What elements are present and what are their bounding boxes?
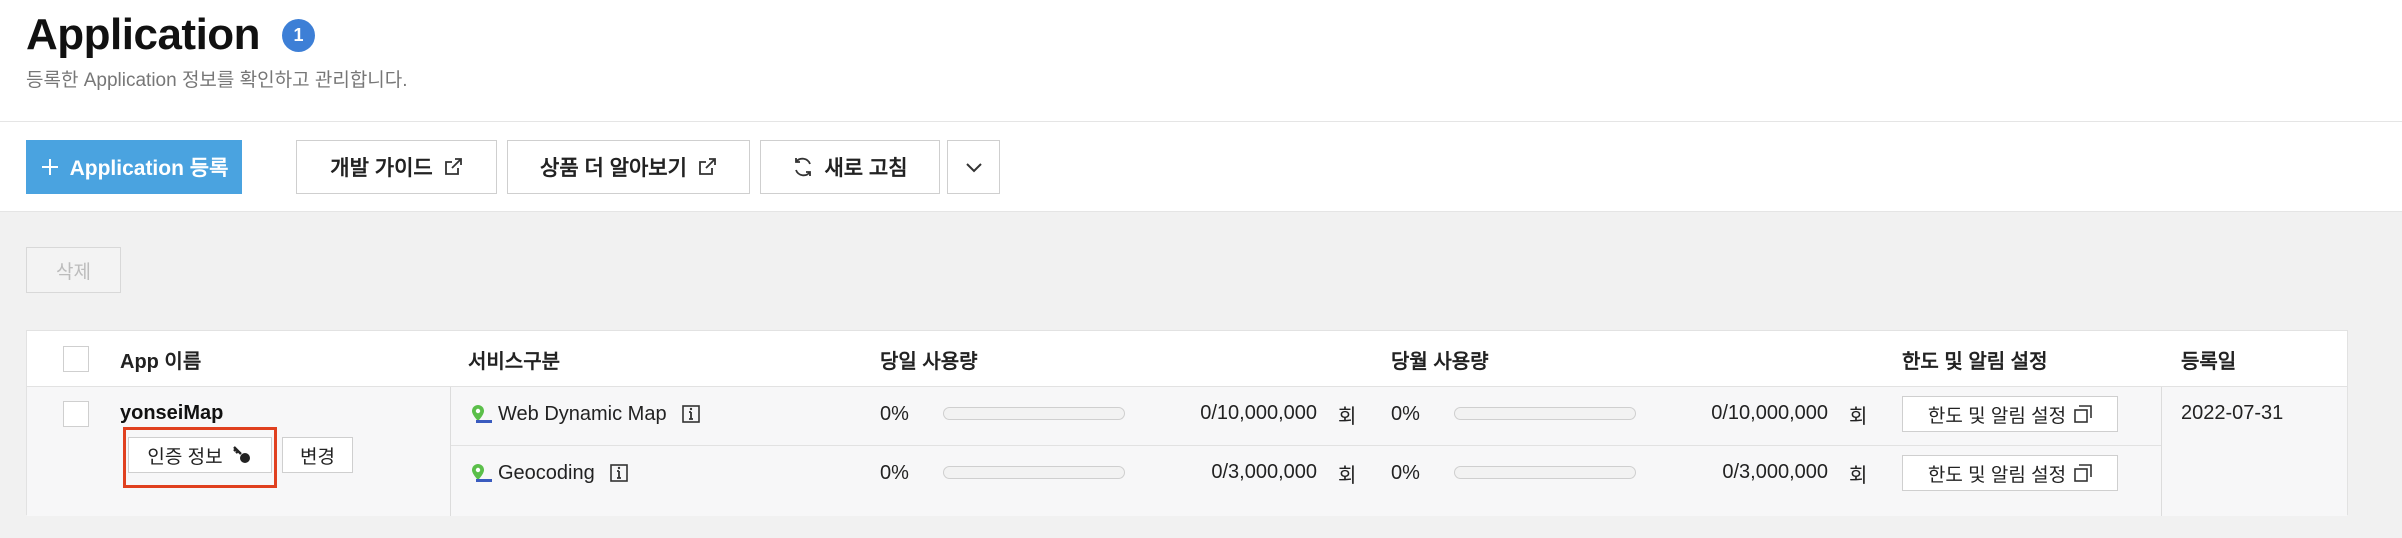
application-table: App 이름 서비스구분 당일 사용량 당월 사용량 한도 및 알림 설정 등록…	[26, 330, 2348, 516]
app-name: yonseiMap	[120, 401, 224, 424]
page-header: Application 1 등록한 Application 정보를 확인하고 관…	[0, 0, 2402, 122]
daily-count: 0/3,000,000	[1211, 461, 1317, 483]
column-divider	[2161, 387, 2162, 516]
service-item: Web Dynamic Map	[470, 397, 701, 431]
toolbar: Application 등록 개발 가이드 상품 더 알아보기 새로 고침	[0, 122, 2402, 212]
content-area: 삭제 App 이름 서비스구분 당일 사용량 당월 사용량 한도 및 알림 설정…	[0, 212, 2402, 538]
table-row: yonseiMap 인증 정보 변경 Web Dynamic Map 0% 0/…	[27, 387, 2347, 516]
column-service: 서비스구분	[468, 350, 560, 373]
monthly-progress-bar	[1454, 407, 1636, 420]
external-link-icon	[699, 158, 716, 175]
column-daily-usage: 당일 사용량	[880, 350, 978, 373]
limit-settings-button[interactable]: 한도 및 알림 설정	[1902, 455, 2118, 491]
select-all-checkbox[interactable]	[63, 346, 89, 372]
limit-settings-label: 한도 및 알림 설정	[1927, 464, 2067, 486]
service-item: Geocoding	[470, 456, 629, 490]
count-badge: 1	[282, 18, 316, 52]
daily-count: 0/10,000,000	[1200, 402, 1317, 424]
daily-percent: 0%	[880, 402, 909, 425]
monthly-unit: 회	[1849, 464, 1868, 487]
monthly-percent: 0%	[1391, 402, 1420, 425]
daily-unit: 회	[1338, 405, 1357, 428]
monthly-count: 0/3,000,000	[1722, 461, 1828, 483]
monthly-unit: 회	[1849, 405, 1868, 428]
daily-percent: 0%	[880, 461, 909, 484]
limit-settings-label: 한도 및 알림 설정	[1927, 405, 2067, 427]
service-name: Web Dynamic Map	[498, 402, 667, 425]
column-divider	[450, 387, 451, 516]
change-button[interactable]: 변경	[282, 437, 353, 473]
page-title: Application	[26, 10, 261, 59]
auth-info-button[interactable]: 인증 정보	[128, 437, 272, 473]
delete-button[interactable]: 삭제	[26, 247, 121, 293]
learn-product-button[interactable]: 상품 더 알아보기	[507, 140, 750, 194]
dev-guide-label: 개발 가이드	[330, 157, 433, 180]
service-name: Geocoding	[498, 461, 595, 484]
auth-info-label: 인증 정보	[147, 446, 223, 468]
register-application-label: Application 등록	[69, 157, 229, 180]
plus-icon	[41, 159, 58, 175]
table-header: App 이름 서비스구분 당일 사용량 당월 사용량 한도 및 알림 설정 등록…	[27, 331, 2347, 387]
info-icon[interactable]	[681, 404, 701, 424]
key-icon	[232, 446, 250, 463]
chevron-down-icon	[965, 163, 982, 173]
learn-product-label: 상품 더 알아보기	[540, 157, 687, 180]
title-row: Application 1	[26, 10, 316, 60]
popup-icon	[2074, 405, 2092, 423]
row-divider	[451, 445, 2161, 446]
row-checkbox[interactable]	[63, 401, 89, 427]
page-subtitle: 등록한 Application 정보를 확인하고 관리합니다.	[26, 70, 408, 91]
refresh-button[interactable]: 새로 고침	[760, 140, 940, 194]
column-registered: 등록일	[2181, 350, 2237, 373]
external-link-icon	[444, 158, 462, 175]
daily-unit: 회	[1338, 464, 1357, 487]
limit-settings-button[interactable]: 한도 및 알림 설정	[1902, 396, 2118, 432]
column-app-name: App 이름	[120, 350, 202, 373]
map-pin-icon	[472, 405, 492, 423]
monthly-progress-bar	[1454, 466, 1636, 479]
popup-icon	[2074, 464, 2092, 482]
refresh-icon	[795, 157, 812, 177]
dev-guide-button[interactable]: 개발 가이드	[296, 140, 497, 194]
more-options-button[interactable]	[947, 140, 1000, 194]
register-application-button[interactable]: Application 등록	[26, 140, 242, 194]
column-limit: 한도 및 알림 설정	[1902, 350, 2048, 373]
daily-progress-bar	[943, 466, 1125, 479]
daily-progress-bar	[943, 407, 1125, 420]
column-monthly-usage: 당월 사용량	[1391, 350, 1489, 373]
registered-date: 2022-07-31	[2181, 401, 2284, 424]
info-icon[interactable]	[609, 463, 629, 483]
refresh-label: 새로 고침	[824, 157, 908, 180]
monthly-count: 0/10,000,000	[1711, 402, 1828, 424]
monthly-percent: 0%	[1391, 461, 1420, 484]
map-pin-icon	[472, 464, 492, 482]
